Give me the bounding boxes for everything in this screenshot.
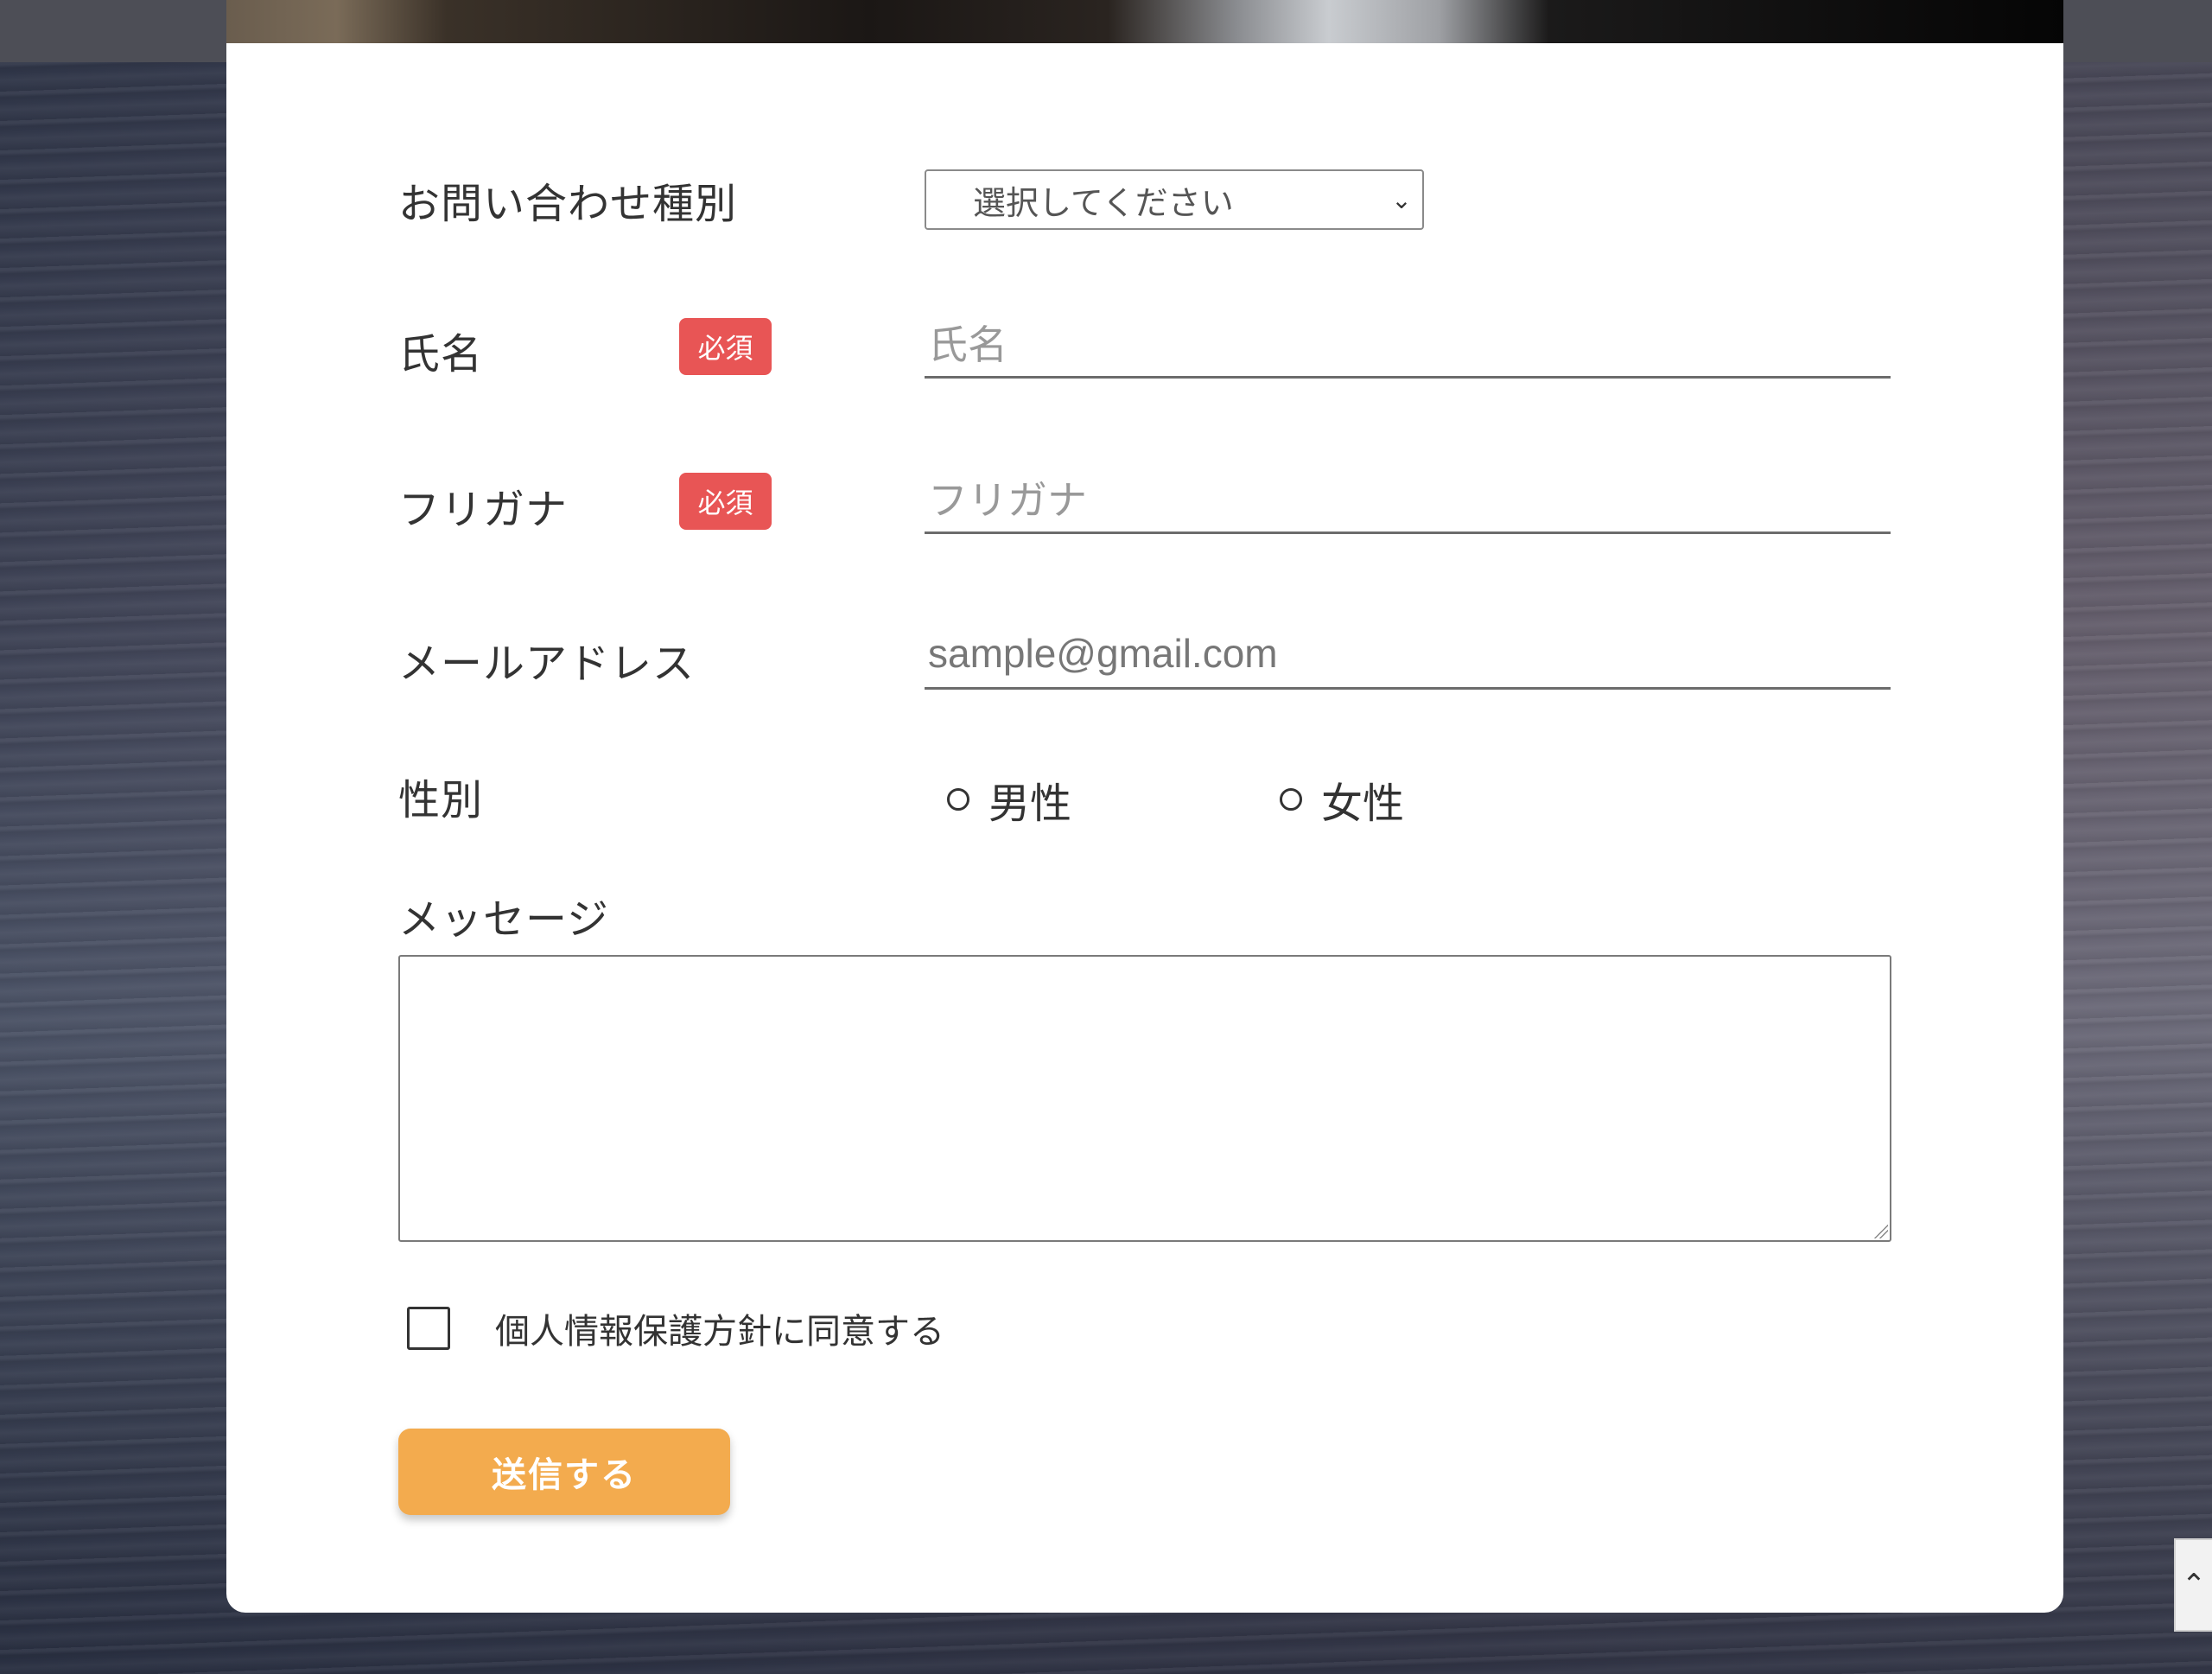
chevron-up-icon: ⌃ (2181, 1568, 2207, 1602)
gender-option-female[interactable]: 女性 (1280, 769, 1404, 830)
radio-button[interactable] (1280, 788, 1302, 811)
gender-option-label: 男性 (988, 780, 1072, 828)
gender-option-male[interactable]: 男性 (947, 769, 1071, 830)
email-input[interactable]: sample@gmail.com (925, 619, 1891, 690)
name-input-placeholder: 氏名 (928, 321, 1007, 368)
gender-option-label: 女性 (1321, 780, 1405, 828)
gender-label: 性別 (398, 776, 484, 824)
contact-form-card (226, 43, 2063, 1613)
name-label: 氏名 (398, 330, 484, 379)
required-badge: 必須 (679, 473, 772, 530)
required-badge: 必須 (679, 318, 772, 375)
resize-grip-icon[interactable] (1872, 1223, 1888, 1238)
chevron-down-icon: ⌄ (1391, 186, 1412, 214)
message-textarea[interactable] (398, 955, 1891, 1242)
message-label: メッセージ (398, 895, 610, 944)
inquiry-type-select[interactable]: 選択してください ⌄ (925, 169, 1424, 230)
email-label: メールアドレス (398, 640, 696, 688)
furigana-label: フリガナ (398, 486, 569, 534)
hero-photo (226, 0, 2063, 45)
inquiry-type-selected-value: 選択してください (973, 183, 1234, 222)
name-input[interactable]: 氏名 (925, 308, 1891, 379)
page-top-button[interactable]: ⌃ (2174, 1538, 2212, 1632)
submit-button[interactable]: 送信する (398, 1429, 730, 1515)
inquiry-type-label: お問い合わせ種別 (398, 180, 738, 228)
privacy-consent-label[interactable]: 個人情報保護方針に同意する (495, 1303, 944, 1353)
email-input-placeholder: sample@gmail.com (928, 630, 1278, 676)
furigana-input[interactable]: フリガナ (925, 463, 1891, 534)
radio-button[interactable] (947, 788, 969, 811)
privacy-consent-checkbox[interactable] (407, 1307, 450, 1350)
furigana-input-placeholder: フリガナ (928, 476, 1087, 524)
